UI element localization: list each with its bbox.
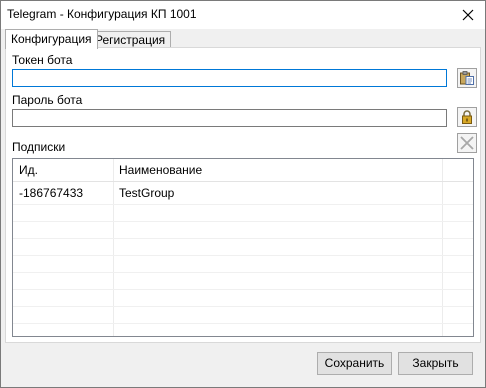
row-divider	[13, 306, 473, 307]
column-header-name[interactable]: Наименование	[113, 159, 442, 181]
row-divider	[13, 221, 473, 222]
close-window-button[interactable]	[459, 6, 477, 24]
paste-token-button[interactable]	[457, 68, 477, 88]
row-name-cell: TestGroup	[119, 186, 175, 200]
row-divider	[13, 272, 473, 273]
dialog-window: Telegram - Конфигурация КП 1001 Конфигур…	[0, 0, 486, 388]
subscriptions-label: Подписки	[12, 140, 66, 154]
lock-icon	[462, 110, 472, 124]
lock-password-button[interactable]	[457, 107, 477, 127]
column-divider	[442, 159, 443, 336]
token-label: Токен бота	[12, 53, 73, 67]
tab-strip: Конфигурация Регистрация	[5, 29, 481, 49]
row-id-cell: -186767433	[19, 186, 84, 200]
password-input[interactable]	[12, 109, 447, 127]
token-input[interactable]	[12, 69, 447, 87]
close-icon	[462, 9, 474, 21]
tab-configuration[interactable]: Конфигурация	[5, 29, 98, 49]
subscriptions-grid[interactable]: Ид. Наименование -186767433 TestGroup	[12, 158, 474, 337]
delete-subscription-button[interactable]	[457, 133, 477, 153]
row-divider	[13, 238, 473, 239]
configuration-tab-page: Токен бота Пароль бота Подписки Ид. Наим…	[5, 47, 481, 343]
tab-registration[interactable]: Регистрация	[89, 31, 172, 48]
paste-icon	[460, 71, 474, 85]
delete-icon	[460, 136, 474, 150]
row-divider	[13, 289, 473, 290]
row-divider	[13, 204, 473, 205]
save-button[interactable]: Сохранить	[317, 352, 392, 375]
row-divider	[13, 323, 473, 324]
password-label: Пароль бота	[12, 93, 83, 107]
window-title: Telegram - Конфигурация КП 1001	[7, 7, 197, 21]
row-divider	[13, 255, 473, 256]
close-button[interactable]: Закрыть	[398, 352, 473, 375]
title-bar: Telegram - Конфигурация КП 1001	[1, 1, 485, 29]
column-header-id[interactable]: Ид.	[13, 159, 113, 181]
